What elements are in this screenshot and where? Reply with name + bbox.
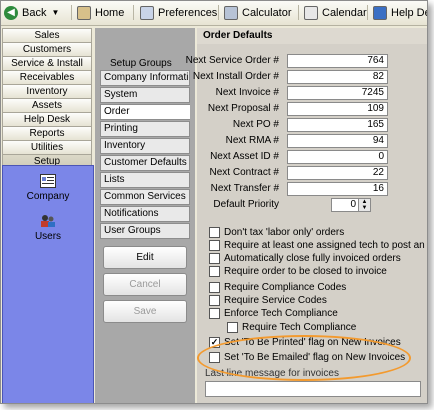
field-label: Next Invoice # <box>215 87 279 98</box>
checkbox[interactable] <box>209 281 220 293</box>
checkbox-require-compliance-codes[interactable]: Require Compliance Codes <box>209 281 346 293</box>
order-defaults-title: Order Defaults <box>197 28 427 44</box>
checkbox-auto-close-invoiced[interactable]: Automatically close fully invoiced order… <box>209 252 401 264</box>
setup-nav-panel: Company Users <box>2 165 94 403</box>
nav-item-inventory[interactable]: Inventory <box>2 84 92 99</box>
calculator-icon <box>224 5 238 20</box>
nav-panel-users[interactable]: Users <box>3 214 93 242</box>
checkbox[interactable] <box>209 239 220 251</box>
checkbox-dont-tax-labor[interactable]: Don't tax 'labor only' orders <box>209 226 344 238</box>
group-item-inventory[interactable]: Inventory <box>100 138 190 154</box>
next-proposal-input[interactable]: 109 <box>287 102 388 116</box>
chevron-down-icon[interactable]: ▼ <box>51 8 59 17</box>
checkbox-checked[interactable]: ✓ <box>209 336 220 348</box>
last-line-message-input[interactable] <box>205 381 421 397</box>
nav-item-service-install[interactable]: Service & Install <box>2 56 92 71</box>
company-icon <box>40 174 56 188</box>
default-priority-label: Default Priority <box>213 199 279 210</box>
next-service-order-input[interactable]: 764 <box>287 54 388 68</box>
save-button[interactable]: Save <box>103 300 187 323</box>
field-label: Next Service Order # <box>185 55 279 66</box>
field-label: Next Contract # <box>209 167 279 178</box>
checkbox[interactable] <box>209 226 220 238</box>
field-label: Next Proposal # <box>207 103 279 114</box>
group-item-common-services[interactable]: Common Services <box>100 189 190 205</box>
group-item-notifications[interactable]: Notifications <box>100 206 190 222</box>
help-icon <box>373 5 387 20</box>
home-icon <box>77 5 91 20</box>
next-invoice-input[interactable]: 7245 <box>287 86 388 100</box>
home-button[interactable]: Home <box>77 4 124 21</box>
field-label: Next Asset ID # <box>210 151 279 162</box>
checkbox[interactable] <box>209 294 220 306</box>
setup-groups-title: Setup Groups <box>110 58 172 69</box>
group-item-order[interactable]: Order <box>100 104 190 120</box>
field-label: Next PO # <box>232 119 279 130</box>
field-label: Next Install Order # <box>192 71 279 82</box>
checkbox[interactable] <box>209 351 220 363</box>
calendar-icon <box>304 5 318 20</box>
nav-panel-company[interactable]: Company <box>3 174 93 202</box>
group-item-lists[interactable]: Lists <box>100 172 190 188</box>
module-nav: Sales Customers Service & Install Receiv… <box>2 28 94 403</box>
group-item-user-groups[interactable]: User Groups <box>100 223 190 239</box>
next-rma-input[interactable]: 94 <box>287 134 388 148</box>
next-transfer-input[interactable]: 16 <box>287 182 388 196</box>
next-install-order-input[interactable]: 82 <box>287 70 388 84</box>
back-arrow-icon: ◀ <box>4 5 18 20</box>
preferences-icon <box>140 5 154 20</box>
next-asset-id-input[interactable]: 0 <box>287 150 388 164</box>
next-contract-input[interactable]: 22 <box>287 166 388 180</box>
field-label: Next RMA # <box>225 135 279 146</box>
nav-item-reports[interactable]: Reports <box>2 126 92 141</box>
back-button[interactable]: ◀ Back ▼ <box>4 4 59 21</box>
next-po-input[interactable]: 165 <box>287 118 388 132</box>
group-item-company-information[interactable]: Company Information <box>100 70 190 86</box>
cancel-button[interactable]: Cancel <box>103 273 187 296</box>
edit-button[interactable]: Edit <box>103 246 187 269</box>
preferences-button[interactable]: Preferences <box>140 4 217 21</box>
checkbox-require-service-codes[interactable]: Require Service Codes <box>209 294 327 306</box>
checkbox[interactable] <box>209 265 220 277</box>
spinner-arrows-icon[interactable]: ▲ ▼ <box>358 199 370 211</box>
group-item-customer-defaults[interactable]: Customer Defaults <box>100 155 190 171</box>
nav-item-customers[interactable]: Customers <box>2 42 92 57</box>
nav-item-utilities[interactable]: Utilities <box>2 140 92 155</box>
last-line-message-label: Last line message for invoices <box>205 368 339 379</box>
application-window: ◀ Back ▼ Home Preferences Calculator Cal… <box>0 0 428 404</box>
checkbox-require-assigned-tech[interactable]: Require at least one assigned tech to po… <box>209 239 427 251</box>
setup-groups-panel: Setup Groups Company Information System … <box>95 28 195 403</box>
checkbox-to-be-printed[interactable]: ✓ Set 'To Be Printed' flag on New Invoic… <box>209 336 401 348</box>
nav-item-help-desk[interactable]: Help Desk <box>2 112 92 127</box>
checkbox-to-be-emailed[interactable]: Set 'To Be Emailed' flag on New Invoices <box>209 351 405 363</box>
nav-item-receivables[interactable]: Receivables <box>2 70 92 85</box>
default-priority-spinner[interactable]: 0 ▲ ▼ <box>331 198 371 212</box>
checkbox[interactable] <box>227 321 238 333</box>
toolbar: ◀ Back ▼ Home Preferences Calculator Cal… <box>1 1 427 26</box>
checkbox-require-closed-to-invoice[interactable]: Require order to be closed to invoice <box>209 265 387 277</box>
group-item-printing[interactable]: Printing <box>100 121 190 137</box>
nav-item-assets[interactable]: Assets <box>2 98 92 113</box>
checkbox-enforce-tech-compliance[interactable]: Enforce Tech Compliance <box>209 307 338 319</box>
checkbox[interactable] <box>209 252 220 264</box>
checkbox-require-tech-compliance[interactable]: Require Tech Compliance <box>227 321 356 333</box>
order-defaults-panel: Order Defaults Next Service Order # 764 … <box>186 28 427 403</box>
checkbox[interactable] <box>209 307 220 319</box>
calculator-button[interactable]: Calculator <box>224 4 292 21</box>
field-label: Next Transfer # <box>210 183 279 194</box>
setup-groups-list: Company Information System Order Printin… <box>100 70 190 240</box>
users-icon <box>40 214 56 228</box>
nav-item-sales[interactable]: Sales <box>2 28 92 43</box>
group-item-system[interactable]: System <box>100 87 190 103</box>
help-desk-button[interactable]: Help Desk <box>373 4 427 21</box>
calendar-button[interactable]: Calendar <box>304 4 367 21</box>
